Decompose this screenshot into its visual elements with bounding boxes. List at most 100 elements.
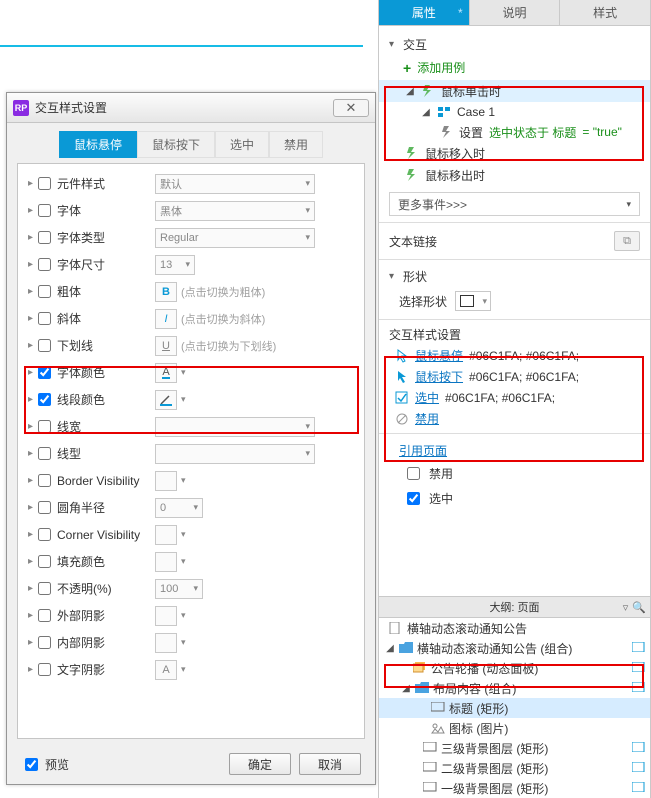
lbl-bold: 粗体 (57, 283, 155, 300)
lbl-radius: 圆角半径 (57, 499, 155, 516)
btn-fill[interactable] (155, 552, 177, 572)
outline-title-shape[interactable]: 标题 (矩形) (379, 698, 650, 718)
cb-selected[interactable] (407, 492, 420, 505)
cb-text-shadow[interactable] (38, 663, 51, 676)
hint-bold: (点击切换为粗体) (181, 284, 265, 300)
shape-selector[interactable] (455, 291, 491, 311)
folder-icon (415, 682, 429, 694)
inp-radius[interactable]: 0 (155, 498, 203, 518)
cb-opacity[interactable] (38, 582, 51, 595)
ref-page-link[interactable]: 引用页面 (399, 444, 447, 458)
dd-font-type[interactable]: Regular (155, 228, 315, 248)
action-line[interactable]: 设置 选中状态于 标题 = "true" (379, 122, 650, 142)
outline-header: 大纲: 页面 ▿🔍 (379, 596, 650, 618)
sec-interaction[interactable]: ▾交互 (389, 36, 640, 53)
cb-border-vis[interactable] (38, 474, 51, 487)
page-icon (389, 622, 403, 634)
dialog-tabs: 鼠标悬停 鼠标按下 选中 禁用 (7, 123, 375, 166)
cursor-icon (395, 349, 409, 363)
click-icon (395, 370, 409, 384)
cb-fill[interactable] (38, 555, 51, 568)
cancel-button[interactable]: 取消 (299, 753, 361, 775)
ptab-style[interactable]: 样式 (560, 0, 650, 25)
lbl-border-vis: Border Visibility (57, 474, 155, 488)
outline-bg2[interactable]: 二级背景图层 (矩形) (379, 758, 650, 778)
cb-italic[interactable] (38, 312, 51, 325)
outline-bg3[interactable]: 三级背景图层 (矩形) (379, 738, 650, 758)
dynamic-panel-icon (413, 662, 427, 674)
tab-selected[interactable]: 选中 (215, 131, 269, 158)
rect-icon (423, 742, 437, 754)
btn-bold[interactable]: B (155, 282, 177, 302)
outline-icon-img[interactable]: 图标 (图片) (379, 718, 650, 738)
btn-text-shadow[interactable]: A (155, 660, 177, 680)
lbl-ix-style: 交互样式设置 (379, 324, 650, 345)
cb-disable[interactable] (407, 467, 420, 480)
cb-bold[interactable] (38, 285, 51, 298)
plus-icon: + (403, 60, 411, 76)
cb-line-style[interactable] (38, 447, 51, 460)
dialog-titlebar[interactable]: RP 交互样式设置 ✕ (7, 93, 375, 123)
cb-radius[interactable] (38, 501, 51, 514)
cb-element-style[interactable] (38, 177, 51, 190)
lbl-italic: 斜体 (57, 310, 155, 327)
event-mouseout[interactable]: 鼠标移出时 (379, 164, 650, 186)
cb-line-color[interactable] (38, 393, 51, 406)
lbl-line-style: 线型 (57, 445, 155, 462)
tab-press[interactable]: 鼠标按下 (137, 131, 215, 158)
btn-line-color[interactable] (155, 390, 177, 410)
dd-line-width[interactable] (155, 417, 315, 437)
close-icon[interactable]: ✕ (333, 99, 369, 117)
ptab-properties[interactable]: 属性* (379, 0, 470, 25)
outline-doc[interactable]: 横轴动态滚动通知公告 (379, 618, 650, 638)
ptab-notes[interactable]: 说明 (470, 0, 561, 25)
btn-underline[interactable]: U (155, 336, 177, 356)
dd-line-style[interactable] (155, 444, 315, 464)
ix-press[interactable]: 鼠标按下#06C1FA; #06C1FA; (379, 366, 650, 387)
tab-disabled[interactable]: 禁用 (269, 131, 323, 158)
dd-font[interactable]: 黑体 (155, 201, 315, 221)
btn-italic[interactable]: I (155, 309, 177, 329)
outline-tree: 横轴动态滚动通知公告 ◢横轴动态滚动通知公告 (组合) 公告轮播 (动态面板) … (379, 618, 650, 798)
cb-corner-vis[interactable] (38, 528, 51, 541)
cb-font-color[interactable] (38, 366, 51, 379)
event-click[interactable]: ◢鼠标单击时 (379, 80, 650, 102)
cb-outer-shadow[interactable] (38, 609, 51, 622)
dd-font-size[interactable]: 13 (155, 255, 195, 275)
lbl-opacity: 不透明(%) (57, 580, 155, 597)
link-button[interactable]: ⧉ (614, 231, 640, 251)
inp-opacity[interactable]: 100 (155, 579, 203, 599)
cb-underline[interactable] (38, 339, 51, 352)
more-events-dd[interactable]: 更多事件>>>▾ (389, 192, 640, 216)
lbl-outer-shadow: 外部阴影 (57, 607, 155, 624)
btn-outer-shadow[interactable] (155, 606, 177, 626)
outline-bg1[interactable]: 一级背景图层 (矩形) (379, 778, 650, 798)
outline-dynpanel[interactable]: 公告轮播 (动态面板) (379, 658, 650, 678)
folder-icon (399, 642, 413, 654)
case-1[interactable]: ◢Case 1 (379, 102, 650, 122)
cb-font[interactable] (38, 204, 51, 217)
tab-hover[interactable]: 鼠标悬停 (59, 131, 137, 158)
search-icon[interactable]: 🔍 (632, 601, 646, 614)
outline-layout-group[interactable]: ◢布局内容 (组合) (379, 678, 650, 698)
btn-inner-shadow[interactable] (155, 633, 177, 653)
cb-font-size[interactable] (38, 258, 51, 271)
event-mousein[interactable]: 鼠标移入时 (379, 142, 650, 164)
ok-button[interactable]: 确定 (229, 753, 291, 775)
btn-corner-vis[interactable] (155, 525, 177, 545)
filter-icon[interactable]: ▿ (623, 601, 629, 614)
cb-font-type[interactable] (38, 231, 51, 244)
ix-disable[interactable]: 禁用 (379, 408, 650, 429)
add-case-link[interactable]: +添加用例 (379, 55, 650, 80)
btn-font-color[interactable]: A (155, 363, 177, 383)
ix-hover[interactable]: 鼠标悬停#06C1FA; #06C1FA; (379, 345, 650, 366)
outline-group1[interactable]: ◢横轴动态滚动通知公告 (组合) (379, 638, 650, 658)
sec-shape[interactable]: ▾形状 (389, 268, 640, 285)
ix-selected[interactable]: 选中#06C1FA; #06C1FA; (379, 387, 650, 408)
btn-border-vis[interactable] (155, 471, 177, 491)
preview-checkbox[interactable]: 预览 (21, 755, 69, 774)
cb-line-width[interactable] (38, 420, 51, 433)
dd-element-style[interactable]: 默认 (155, 174, 315, 194)
interaction-style-dialog: RP 交互样式设置 ✕ 鼠标悬停 鼠标按下 选中 禁用 ▸元件样式默认 ▸字体黑… (6, 92, 376, 785)
cb-inner-shadow[interactable] (38, 636, 51, 649)
